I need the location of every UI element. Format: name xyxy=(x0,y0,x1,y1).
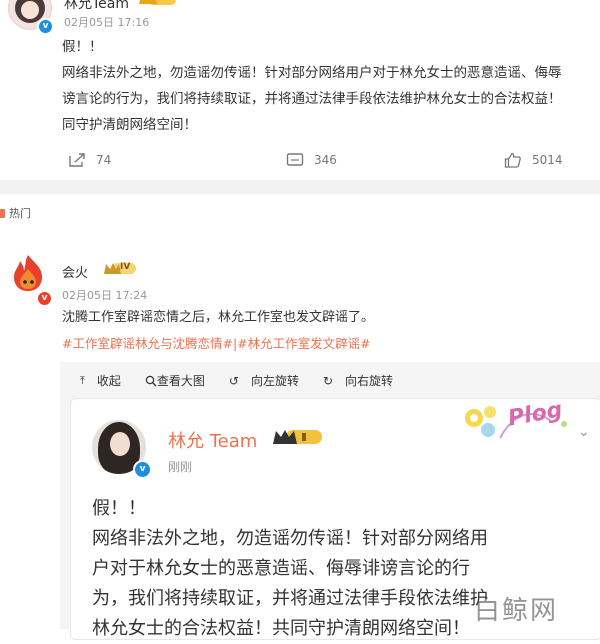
collapse-icon: ⤒ xyxy=(80,373,85,387)
author-name: 林允 Team xyxy=(168,431,258,452)
rotate-right-button[interactable]: ↻ 向右旋转 xyxy=(323,372,405,389)
rotate-left-button[interactable]: ↺ 向左旋转 xyxy=(229,372,311,389)
comment-count: 346 xyxy=(314,153,337,167)
post-body: 假！！ 网络非法外之地，勿造谣勿传谣！针对部分网络用户对于林允女士的恶意造谣、侮… xyxy=(62,34,600,138)
rotate-right-icon: ↻ xyxy=(322,373,334,388)
author-name[interactable]: 会火 xyxy=(62,262,88,281)
post-time: 02月05日 17:24 xyxy=(62,289,148,302)
post-line: 假！！ xyxy=(62,39,103,55)
vip-crown-icon xyxy=(139,0,176,5)
post-body: 沈腾工作室辟谣恋情之后，林允工作室也发文辟谣了。 xyxy=(62,310,375,325)
comment-button[interactable]: 346 xyxy=(286,152,337,168)
collapse-button[interactable]: ⤒ 收起 xyxy=(80,372,133,389)
post-line: 谤言论的行为，我们将持续取证，并将通过法律手段依法维护林允女士的合法权益！ xyxy=(62,91,562,107)
verified-icon: v xyxy=(37,18,54,35)
search-icon xyxy=(145,375,157,386)
verified-icon: v xyxy=(36,290,53,307)
share-icon xyxy=(69,153,85,167)
quoted-line: 假！！ xyxy=(92,498,146,519)
post-line: 网络非法外之地，勿造谣勿传谣！针对部分网络用户对于林允女士的恶意造谣、侮辱 xyxy=(62,65,562,81)
quoted-line: 户对于林允女士的恶意造谣、侮辱诽谤言论的行 xyxy=(92,558,470,579)
vip-crown-icon xyxy=(273,430,322,444)
comment-icon xyxy=(286,153,304,166)
quoted-line: 网络非法外之地，勿造谣勿传谣！针对部分网络用 xyxy=(92,528,488,549)
divider xyxy=(0,180,600,194)
thumbs-up-icon xyxy=(504,152,521,168)
rotate-left-icon: ↺ xyxy=(228,373,239,388)
like-count: 5014 xyxy=(532,153,563,167)
section-label: 热门 xyxy=(0,205,31,221)
level-badge: IV xyxy=(104,262,138,275)
chevron-down-icon[interactable]: ⌄ xyxy=(578,424,590,440)
like-button[interactable]: 5014 xyxy=(504,152,563,168)
repost-count: 74 xyxy=(96,153,112,167)
view-large-button[interactable]: 查看大图 xyxy=(145,372,217,389)
author-name[interactable]: 林允Team xyxy=(64,0,129,13)
repost-button[interactable]: 74 xyxy=(68,152,111,168)
image-toolbar: ⤒ 收起 查看大图 ↺ 向左旋转 ↻ 向右旋转 xyxy=(80,372,417,389)
hashtag-link[interactable]: #工作室辟谣林允与沈腾恋情#|#林允工作室发文辟谣# xyxy=(62,333,371,352)
post-time: 刚刚 xyxy=(168,460,193,474)
verified-icon: v xyxy=(133,460,152,479)
watermark: 白鲸网 xyxy=(474,596,559,626)
post-line: 同守护清朗网络空间！ xyxy=(62,117,197,133)
level-text: IV xyxy=(120,262,131,272)
fire-avatar-icon[interactable] xyxy=(10,253,46,293)
fire-marker-icon xyxy=(0,208,5,218)
post-time: 02月05日 17:16 xyxy=(64,16,150,29)
